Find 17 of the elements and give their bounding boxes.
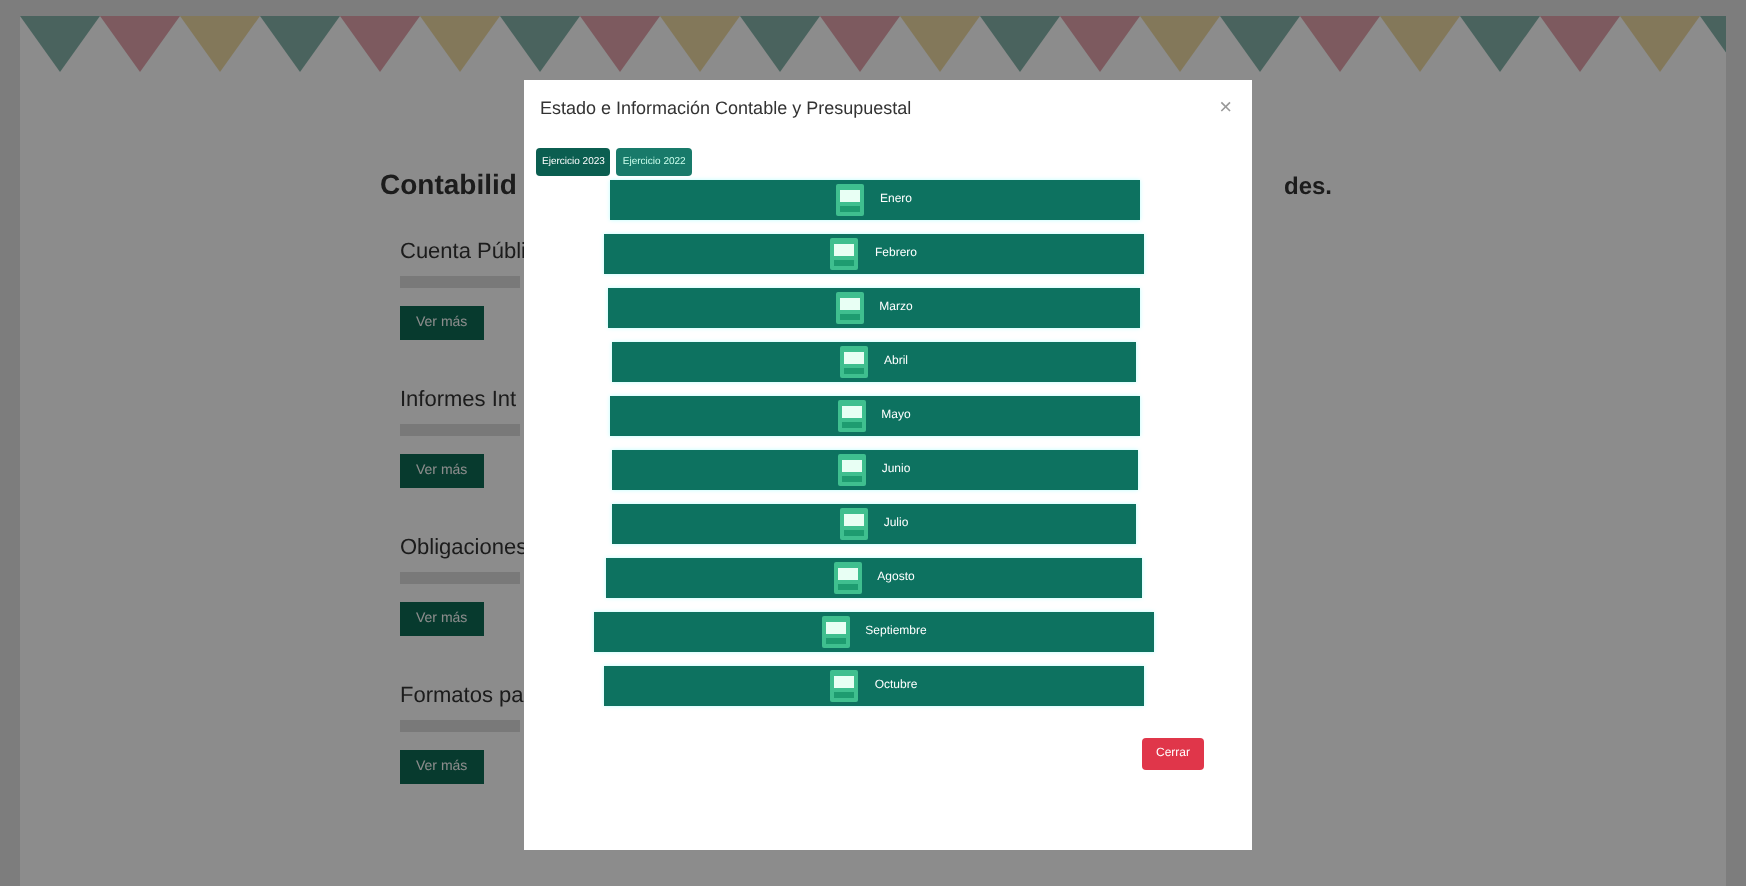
- spreadsheet-icon: [830, 238, 859, 270]
- spreadsheet-icon: [830, 670, 859, 702]
- spreadsheet-icon: [839, 346, 868, 378]
- page-heading: Contabilid: [380, 168, 519, 200]
- spreadsheet-icon: [821, 616, 850, 648]
- spreadsheet-icon: [837, 400, 866, 432]
- spreadsheet-icon: [839, 508, 868, 540]
- section-title: Obligaciones: [400, 536, 530, 560]
- section-title: Formatos pa: [400, 684, 526, 708]
- spreadsheet-icon: [833, 562, 862, 594]
- side-heading: des.: [1284, 172, 1333, 200]
- modal-title: Estado e Información Contable y Presupuestal: [540, 98, 912, 118]
- section-title: Cuenta Públi: [400, 240, 528, 264]
- spreadsheet-icon: [837, 454, 866, 486]
- section-title: Informes Int: [400, 388, 519, 412]
- spreadsheet-icon: [835, 184, 864, 216]
- spreadsheet-icon: [835, 292, 864, 324]
